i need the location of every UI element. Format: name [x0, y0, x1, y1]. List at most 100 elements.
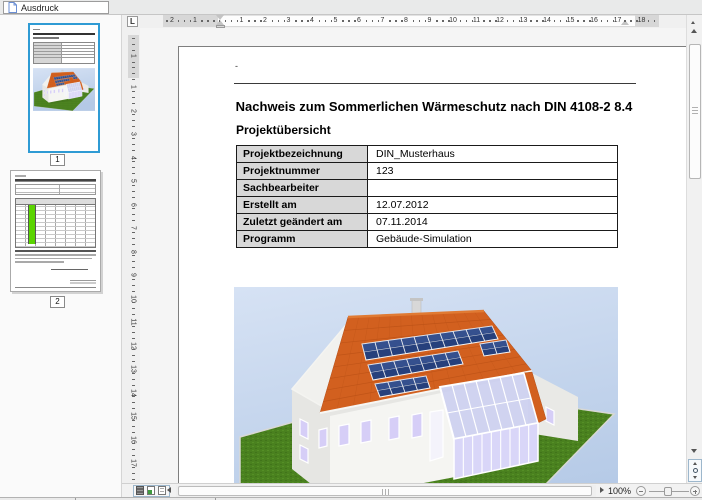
ruler-dot — [132, 349, 135, 350]
view-mode-buttons — [133, 485, 170, 497]
ruler-dot — [132, 361, 135, 362]
page-thumbnail-2[interactable] — [10, 170, 101, 292]
horizontal-scrollbar[interactable] — [176, 485, 596, 497]
select-browse-object-button[interactable] — [689, 468, 701, 474]
ruler-dot — [325, 20, 327, 22]
ruler-dot — [413, 20, 415, 22]
normal-view-button[interactable] — [136, 486, 145, 496]
page-number-badge-2[interactable]: 2 — [50, 296, 65, 308]
outline-view-button[interactable] — [158, 486, 167, 496]
vertical-scrollbar[interactable] — [686, 15, 702, 483]
ruler-dot — [132, 326, 135, 327]
ruler-number: 12 — [496, 17, 504, 24]
ruler-dot — [166, 20, 168, 22]
zoom-slider-thumb[interactable] — [664, 487, 672, 496]
mini-paragraph-line — [15, 258, 92, 260]
ruler-number: 7 — [381, 17, 385, 24]
ruler-dot — [132, 332, 135, 333]
table-value-cell: 07.11.2014 — [368, 214, 618, 231]
next-page-button[interactable] — [689, 475, 701, 481]
ruler-dot — [132, 420, 135, 421]
ruler-dot — [132, 373, 135, 374]
ruler-dot — [132, 120, 135, 121]
ruler-dot — [401, 20, 403, 22]
select-browse-object-icon — [693, 468, 698, 473]
mini-note-line — [15, 250, 96, 252]
ruler-dot — [530, 20, 532, 22]
ruler-dot — [554, 20, 556, 22]
ruler-dot — [442, 20, 444, 22]
scroll-right-icon[interactable] — [600, 487, 604, 493]
ruler-dot — [132, 44, 135, 45]
ruler-dot — [489, 20, 491, 22]
mini-divider — [61, 43, 62, 63]
split-handle-icon[interactable] — [691, 21, 695, 24]
table-value-cell: 12.07.2012 — [368, 197, 618, 214]
ruler-number: 11 — [473, 17, 480, 24]
mini-title-line — [33, 33, 95, 35]
house-illustration — [234, 287, 618, 483]
ruler-dot — [219, 20, 221, 22]
ruler-number: 12 — [130, 342, 137, 350]
ruler-dot — [201, 20, 203, 22]
ruler-dot — [132, 79, 135, 80]
page-layout-view-button[interactable] — [147, 486, 156, 496]
ruler-dot — [278, 20, 280, 22]
ruler-dot — [132, 385, 135, 386]
vertical-scrollbar-thumb[interactable] — [689, 44, 701, 179]
ruler-dot — [342, 20, 344, 22]
ruler-dot — [648, 20, 650, 22]
ruler-dot — [132, 432, 135, 433]
zoom-out-button[interactable] — [636, 486, 646, 496]
ruler-number: 16 — [590, 17, 598, 24]
ruler-number: 1 — [193, 17, 197, 24]
mini-footer-block — [70, 280, 96, 285]
project-table: ProjektbezeichnungDIN_MusterhausProjektn… — [236, 145, 618, 248]
ruler-dot — [272, 20, 274, 22]
ruler-dot — [436, 20, 438, 22]
ruler-dot — [132, 338, 135, 339]
table-row: ProgrammGebäude-Simulation — [237, 231, 618, 248]
ruler-number: 13 — [130, 365, 137, 373]
zoom-in-button[interactable] — [690, 486, 700, 496]
ruler-dot — [372, 20, 374, 22]
scroll-left-icon[interactable] — [167, 487, 171, 493]
ruler-number: 15 — [567, 17, 575, 24]
mini-divider — [59, 185, 60, 194]
previous-page-button[interactable] — [689, 461, 701, 467]
table-row: Erstellt am12.07.2012 — [237, 197, 618, 214]
mini-project-table — [33, 42, 95, 64]
table-value-cell: DIN_Musterhaus — [368, 146, 618, 163]
document-title: Nachweis zum Sommerlichen Wärmeschutz na… — [232, 99, 636, 114]
ruler-dot — [301, 20, 303, 22]
tab-ausdruck[interactable]: Ausdruck — [3, 1, 109, 14]
scroll-up-icon[interactable] — [691, 29, 697, 33]
ruler-number: 9 — [428, 17, 432, 24]
table-label-cell: Sachbearbeiter — [237, 180, 368, 197]
ruler-dot — [389, 20, 391, 22]
table-label-cell: Erstellt am — [237, 197, 368, 214]
ruler-dot — [132, 185, 135, 186]
ruler-dot — [132, 208, 135, 209]
ruler-number: 2 — [170, 17, 174, 24]
ruler-dot — [495, 20, 497, 22]
page-thumbnail-1[interactable] — [28, 23, 100, 153]
tab-stop-selector[interactable]: L — [127, 16, 138, 27]
ruler-dot — [607, 20, 609, 22]
header-rule — [234, 83, 636, 84]
ruler-dot — [132, 302, 135, 303]
scroll-down-icon[interactable] — [691, 449, 697, 453]
ruler-dot — [207, 20, 209, 22]
next-page-icon — [693, 476, 697, 479]
mini-row — [34, 55, 94, 58]
ruler-number: 4 — [310, 17, 314, 24]
header-mark: - — [235, 61, 238, 71]
table-label-cell: Zuletzt geändert am — [237, 214, 368, 231]
ruler-dot — [132, 238, 135, 239]
page-number-badge-1[interactable]: 1 — [50, 154, 65, 166]
ruler-dot — [460, 20, 462, 22]
ruler-number: 14 — [130, 389, 137, 397]
ruler-dot — [132, 255, 135, 256]
horizontal-scrollbar-thumb[interactable] — [178, 486, 592, 496]
ruler-number: 2 — [130, 109, 137, 113]
